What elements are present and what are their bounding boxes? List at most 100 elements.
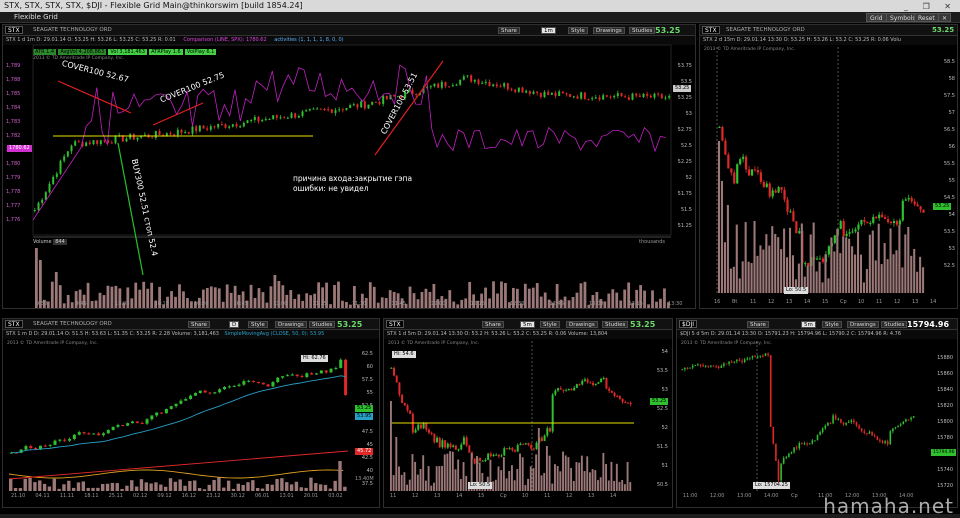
volume-bar <box>607 480 610 491</box>
volume-bar <box>529 466 532 491</box>
volume-bar <box>570 468 573 491</box>
axis-tick: 54 <box>948 212 955 218</box>
volume-bar <box>492 281 495 308</box>
volume-bar <box>46 301 50 308</box>
volume-bar <box>186 297 189 308</box>
close-grid-button[interactable]: ✕ <box>938 13 952 22</box>
candle <box>850 420 853 422</box>
candle <box>691 365 694 368</box>
volume-bar <box>435 466 438 491</box>
candle <box>305 110 308 112</box>
axis-tick: 55 <box>948 178 955 184</box>
candle <box>239 126 242 128</box>
volume-bar <box>618 481 621 491</box>
note-mistake: ошибки: не увидел <box>293 184 369 193</box>
candle <box>573 387 576 391</box>
candle <box>543 91 546 97</box>
volume-bar <box>457 459 460 491</box>
volume-bar <box>412 293 416 308</box>
candle <box>554 92 557 97</box>
candle <box>55 173 58 177</box>
time-tick: 04.11 <box>35 493 50 499</box>
volume-bar <box>800 223 803 293</box>
candle <box>223 386 227 390</box>
candle <box>155 412 159 416</box>
candle <box>164 408 168 414</box>
candle <box>198 390 202 394</box>
volume-bar <box>839 253 842 293</box>
time-tick: 09.12 <box>157 493 172 499</box>
volume-bar <box>406 484 409 491</box>
volume-bar <box>572 481 575 491</box>
candle <box>751 355 754 358</box>
candle <box>756 356 759 358</box>
volume-bar <box>134 486 139 491</box>
candle <box>360 101 363 108</box>
candle <box>457 449 460 451</box>
candle <box>594 97 597 99</box>
time-tick: 15 <box>822 299 829 305</box>
candle <box>382 95 385 104</box>
candle <box>777 187 780 193</box>
candle <box>276 377 280 383</box>
volume-bar <box>138 289 142 308</box>
candle <box>455 84 458 86</box>
grid-button[interactable]: Grid <box>866 13 887 22</box>
candle <box>704 365 707 367</box>
candle <box>514 89 517 92</box>
candle <box>290 374 294 376</box>
arrow-cover-2 <box>152 102 204 126</box>
volume-bar <box>777 237 780 293</box>
candle <box>88 142 91 145</box>
volume-bar <box>42 483 47 491</box>
candle <box>785 456 788 459</box>
candle <box>873 435 876 437</box>
candle <box>96 140 99 144</box>
axis-tick: 58.5 <box>943 59 955 65</box>
volume-bar <box>591 469 594 491</box>
candle <box>720 365 723 368</box>
volume-bar <box>380 297 384 308</box>
candle <box>126 423 130 426</box>
candle <box>111 426 115 431</box>
volume-bar <box>376 302 380 308</box>
time-tick: 11 <box>876 299 883 305</box>
volume-bar <box>449 451 452 491</box>
volume-bar <box>895 250 898 293</box>
volume-bar <box>613 480 616 491</box>
volume-bar <box>655 301 658 308</box>
candle <box>524 443 527 445</box>
candle <box>913 201 916 205</box>
volume-bar <box>420 291 424 308</box>
candle <box>246 120 249 123</box>
candle <box>367 104 370 109</box>
axis-tick: 1,784 <box>6 105 21 111</box>
candle <box>363 101 366 109</box>
axis-tick: 1,782 <box>6 133 21 139</box>
axis-tick: 51.5 <box>680 207 692 213</box>
candle <box>228 126 231 128</box>
volume-bar <box>454 469 457 491</box>
volume-bar <box>594 470 597 491</box>
axis-tick: 57.5 <box>361 377 373 383</box>
volume-bar <box>788 227 792 293</box>
axis-tick: 15860 <box>937 371 953 377</box>
candle <box>881 441 884 443</box>
candle <box>790 452 793 454</box>
candle <box>803 443 806 445</box>
reset-button[interactable]: Reset <box>914 13 939 22</box>
candle <box>330 109 333 114</box>
candle <box>583 379 586 381</box>
volume-bar <box>70 302 74 308</box>
candle <box>592 382 595 386</box>
time-tick: 30.12 <box>230 493 245 499</box>
volume-bar <box>913 248 916 293</box>
candle <box>189 395 193 400</box>
daily-chart-panel: STX SEAGATE TECHNOLOGY ORD Share D Style… <box>2 318 380 508</box>
volume-bar <box>859 254 863 293</box>
axis-tick: 15780 <box>937 435 953 441</box>
candle <box>807 263 810 266</box>
candle <box>514 450 517 452</box>
candle <box>473 79 476 82</box>
candle <box>710 365 712 367</box>
